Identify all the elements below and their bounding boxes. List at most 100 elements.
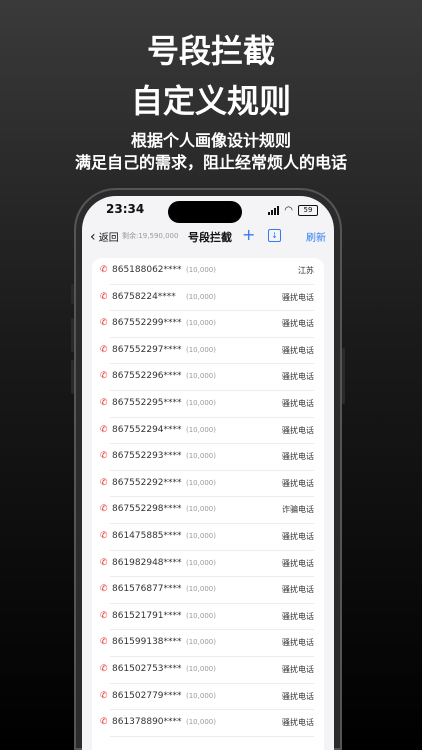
phone-icon: ✆ [100, 371, 108, 382]
segment-number: 867552296**** [112, 371, 182, 382]
phone-icon: ✆ [100, 717, 108, 728]
segment-number: 867552293**** [112, 451, 182, 462]
list-item[interactable]: ✆ 861599138**** (10,000) 骚扰电话 [100, 630, 314, 657]
back-label: 返回 [98, 233, 119, 244]
segment-count: (10,000) [186, 691, 216, 700]
segment-number: 86758224**** [112, 291, 176, 302]
segment-category: 骚扰电话 [282, 345, 314, 355]
segment-count: (10,000) [186, 398, 216, 407]
list-item[interactable]: ✆ 861576877**** (10,000) 骚扰电话 [100, 577, 314, 604]
segment-category: 骚扰电话 [282, 664, 314, 674]
status-bar: 23:34 ◠ 59 [82, 196, 334, 224]
remaining-count: 剩余:19,590,000 [122, 232, 179, 240]
list-item[interactable]: ✆ 867552298**** (10,000) 诈骗电话 [100, 497, 314, 524]
list-item[interactable]: ✆ 867552295**** (10,000) 骚扰电话 [100, 391, 314, 418]
list-item[interactable]: ✆ 861475885**** (10,000) 骚扰电话 [100, 524, 314, 551]
segment-category: 骚扰电话 [282, 452, 314, 462]
phone-frame: 23:34 ◠ 59 ‹ 返回 剩余:19,590,000 号段拦截 + ↓ 刷… [71, 188, 345, 750]
phone-icon: ✆ [100, 584, 108, 595]
segment-number: 867552297**** [112, 344, 182, 355]
phone-icon: ✆ [100, 424, 108, 435]
signal-icon [268, 206, 280, 215]
list-item[interactable]: ✆ 867552296**** (10,000) 骚扰电话 [100, 364, 314, 391]
list-item[interactable]: ✆ 861378890**** (10,000) 骚扰电话 [100, 710, 314, 737]
segment-category: 诈骗电话 [282, 505, 314, 515]
phone-volume-down [71, 360, 74, 394]
download-icon[interactable]: ↓ [268, 229, 281, 242]
phone-icon: ✆ [100, 637, 108, 648]
phone-icon: ✆ [100, 477, 108, 488]
hero-title-line2: 自定义规则 [130, 82, 291, 120]
phone-icon: ✆ [100, 397, 108, 408]
segment-count: (10,000) [186, 452, 216, 461]
phone-icon: ✆ [100, 265, 108, 275]
phone-icon: ✆ [100, 530, 108, 541]
segment-number: 865188062**** [112, 265, 182, 275]
phone-icon: ✆ [100, 451, 108, 462]
segment-count: (10,000) [186, 558, 216, 567]
phone-icon: ✆ [100, 690, 108, 701]
phone-screen: 23:34 ◠ 59 ‹ 返回 剩余:19,590,000 号段拦截 + ↓ 刷… [82, 196, 334, 750]
phone-silent-switch [71, 284, 74, 304]
list-item[interactable]: ✆ 861502753**** (10,000) 骚扰电话 [100, 657, 314, 684]
page-title: 号段拦截 [188, 231, 232, 244]
list-item[interactable]: ✆ 861502779**** (10,000) 骚扰电话 [100, 684, 314, 711]
list-item[interactable]: ✆ 867552299**** (10,000) 骚扰电话 [100, 311, 314, 338]
list-item[interactable]: ✆ 867552292**** (10,000) 骚扰电话 [100, 471, 314, 498]
hero-subtitle-2: 满足自己的需求，阻止经常烦人的电话 [74, 153, 347, 172]
list-item[interactable]: ✆ 865188062**** (10,000) 江苏 [100, 258, 314, 285]
phone-icon: ✆ [100, 291, 108, 302]
segment-category: 骚扰电话 [282, 425, 314, 435]
segment-count: (10,000) [186, 266, 216, 274]
refresh-button[interactable]: 刷新 [306, 229, 326, 244]
segment-number: 861576877**** [112, 584, 182, 595]
segment-category: 骚扰电话 [282, 718, 314, 728]
wifi-icon: ◠ [284, 204, 293, 216]
list-item[interactable]: ✆ 867552293**** (10,000) 骚扰电话 [100, 444, 314, 471]
segment-count: (10,000) [186, 372, 216, 381]
status-icons: ◠ 59 [268, 205, 318, 216]
chevron-left-icon: ‹ [90, 229, 96, 245]
phone-power-button [342, 348, 345, 404]
phone-icon: ✆ [100, 557, 108, 568]
segment-category: 江苏 [298, 266, 314, 275]
list-item[interactable]: ✆ 867552294**** (10,000) 骚扰电话 [100, 418, 314, 445]
segment-count: (10,000) [186, 319, 216, 328]
segment-count: (10,000) [186, 425, 216, 434]
list-item[interactable]: ✆ 861982948**** (10,000) 骚扰电话 [100, 551, 314, 578]
segment-category: 骚扰电话 [282, 292, 314, 302]
segment-number: 861378890**** [112, 717, 182, 728]
add-button[interactable]: + [242, 225, 255, 244]
segment-count: (10,000) [186, 664, 216, 673]
phone-icon: ✆ [100, 504, 108, 515]
segment-number: 861521791**** [112, 610, 182, 621]
segment-category: 骚扰电话 [282, 691, 314, 701]
segment-category: 骚扰电话 [282, 372, 314, 382]
list-item[interactable]: ✆ 861521791**** (10,000) 骚扰电话 [100, 604, 314, 631]
segment-number: 867552292**** [112, 477, 182, 488]
segment-count: (10,000) [186, 345, 216, 354]
battery-icon: 59 [298, 205, 318, 216]
phone-volume-up [71, 318, 74, 352]
segment-number: 861502779**** [112, 690, 182, 701]
number-segment-list: ✆ 865188062**** (10,000) 江苏 ✆ 86758224**** (10… [92, 258, 324, 750]
phone-icon: ✆ [100, 610, 108, 621]
segment-category: 骚扰电话 [282, 638, 314, 648]
segment-count: (10,000) [186, 505, 216, 514]
hero-subtitle-1: 根据个人画像设计规则 [130, 131, 291, 150]
dynamic-island [168, 201, 242, 223]
segment-count: (10,000) [186, 718, 216, 727]
segment-number: 867552299**** [112, 318, 182, 329]
phone-icon: ✆ [100, 344, 108, 355]
segment-category: 骚扰电话 [282, 558, 314, 568]
segment-number: 861502753**** [112, 663, 182, 674]
segment-count: (10,000) [186, 478, 216, 487]
list-item[interactable]: ✆ 867552297**** (10,000) 骚扰电话 [100, 338, 314, 365]
list-item[interactable]: ✆ 86758224**** (10,000) 骚扰电话 [100, 285, 314, 312]
segment-category: 骚扰电话 [282, 478, 314, 488]
segment-count: (10,000) [186, 611, 216, 620]
back-button[interactable]: ‹ 返回 [90, 229, 119, 244]
hero-title-line1: 号段拦截 [146, 32, 275, 70]
segment-number: 867552295**** [112, 397, 182, 408]
phone-icon: ✆ [100, 318, 108, 329]
